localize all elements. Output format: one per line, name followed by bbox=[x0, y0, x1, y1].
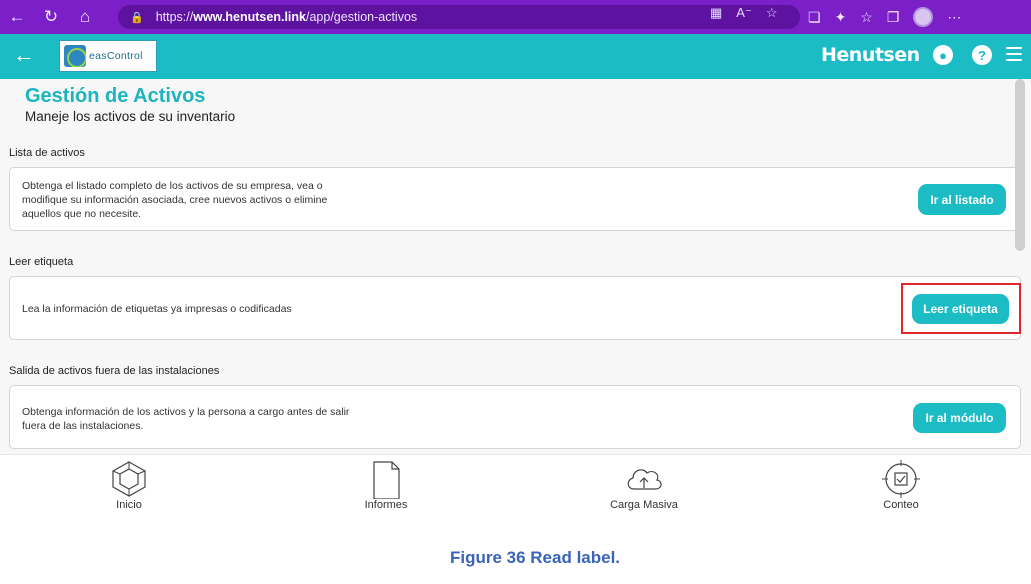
app-back-icon[interactable]: ← bbox=[13, 42, 35, 68]
url-host: www.henutsen.link bbox=[193, 10, 306, 24]
user-icon[interactable]: ● bbox=[933, 45, 953, 65]
browser-toolbar: ← ↻ ⌂ 🔒 https://www.henutsen.link/app/ge… bbox=[0, 0, 1031, 34]
favorite-add-icon[interactable]: ☆ bbox=[766, 5, 778, 21]
target-check-icon bbox=[882, 460, 920, 498]
app-grid-icon[interactable]: ▦ bbox=[710, 5, 722, 21]
tab-actions-icon[interactable]: ❐ bbox=[887, 9, 900, 26]
card-description: Obtenga el listado completo de los activ… bbox=[22, 180, 328, 220]
logo-text: easControl bbox=[89, 50, 143, 62]
card-read-label: Lea la información de etiquetas ya impre… bbox=[9, 276, 1021, 340]
go-to-module-button[interactable]: Ir al módulo bbox=[913, 403, 1006, 433]
page-subtitle: Maneje los activos de su inventario bbox=[25, 109, 236, 124]
page-title: Gestión de Activos bbox=[25, 85, 206, 107]
section-label-asset-exit: Salida de activos fuera de las instalaci… bbox=[9, 365, 220, 377]
nav-label: Carga Masiva bbox=[610, 499, 678, 511]
back-icon[interactable]: ← bbox=[0, 0, 34, 34]
cube-home-icon bbox=[112, 461, 146, 497]
document-icon bbox=[373, 461, 400, 499]
nav-item-home[interactable]: Inicio bbox=[69, 455, 189, 516]
nav-item-bulk-upload[interactable]: Carga Masiva bbox=[584, 455, 704, 516]
more-options-icon[interactable]: ⋯ bbox=[947, 9, 961, 26]
brand-name: Henutsen bbox=[821, 44, 920, 66]
company-logo: easControl bbox=[59, 40, 157, 72]
card-asset-exit: Obtenga información de los activos y la … bbox=[9, 385, 1021, 449]
cloud-upload-icon bbox=[627, 469, 662, 490]
nav-label: Informes bbox=[364, 499, 408, 511]
read-aloud-icon[interactable]: A⁻ bbox=[736, 5, 752, 21]
card-description: Lea la información de etiquetas ya impre… bbox=[22, 303, 292, 315]
go-to-list-button[interactable]: Ir al listado bbox=[918, 184, 1006, 215]
main-content: Gestión de Activos Maneje los activos de… bbox=[0, 79, 1031, 454]
card-description: Obtenga información de los activos y la … bbox=[22, 406, 350, 432]
url-prefix: https:// bbox=[155, 10, 194, 24]
app-header: ← easControl Henutsen ● ? bbox=[0, 34, 1031, 79]
highlight-box bbox=[901, 283, 1021, 334]
url-path: /app/gestion-activos bbox=[305, 10, 418, 24]
extensions-icon[interactable]: ✦ bbox=[835, 9, 847, 26]
nav-label: Inicio bbox=[116, 499, 142, 511]
section-label-asset-list: Lista de activos bbox=[9, 147, 85, 159]
collections-icon[interactable]: ❏ bbox=[808, 9, 821, 26]
nav-item-count[interactable]: Conteo bbox=[841, 455, 961, 516]
logo-mark-icon bbox=[64, 45, 86, 67]
figure-caption: Figure 36 Read label. bbox=[449, 548, 621, 567]
favorites-icon[interactable]: ☆ bbox=[860, 9, 873, 26]
home-icon[interactable]: ⌂ bbox=[68, 0, 102, 34]
nav-label: Conteo bbox=[883, 499, 919, 511]
card-asset-list: Obtenga el listado completo de los activ… bbox=[9, 167, 1021, 231]
help-icon[interactable]: ? bbox=[972, 45, 992, 65]
reload-icon[interactable]: ↻ bbox=[34, 0, 68, 34]
profile-avatar[interactable] bbox=[913, 7, 934, 27]
address-bar[interactable]: 🔒 https://www.henutsen.link/app/gestion-… bbox=[118, 5, 800, 29]
scrollbar[interactable] bbox=[1015, 79, 1025, 251]
lock-icon: 🔒 bbox=[130, 11, 144, 24]
hamburger-menu-icon[interactable] bbox=[1006, 47, 1022, 61]
section-label-read-label: Leer etiqueta bbox=[9, 256, 74, 268]
nav-item-reports[interactable]: Informes bbox=[326, 455, 446, 516]
bottom-nav: Inicio Informes Carga Masiva Conteo bbox=[0, 454, 1031, 515]
